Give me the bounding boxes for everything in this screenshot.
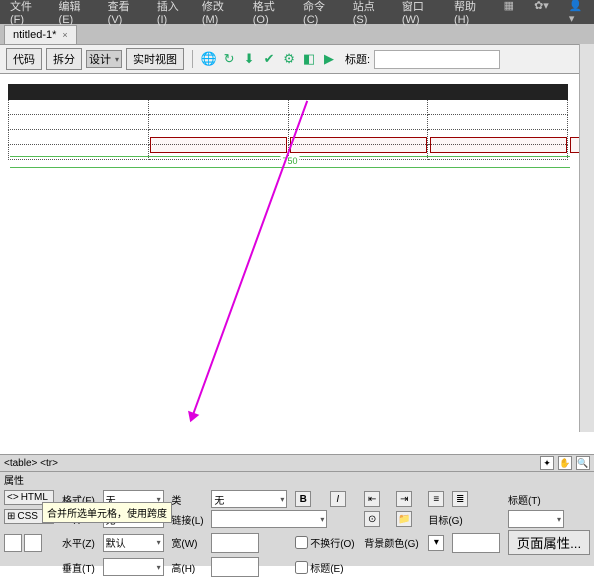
globe-icon[interactable]: 🌐 <box>201 51 217 67</box>
nav-icon[interactable]: ⬇ <box>241 51 257 67</box>
ul-button[interactable]: ≡ <box>428 491 444 507</box>
target-label: 目标(G) <box>428 512 502 527</box>
table-row[interactable] <box>9 115 568 130</box>
menu-site[interactable]: 站点(S) <box>347 0 394 28</box>
title-label: 标题: <box>345 51 370 67</box>
close-icon[interactable]: × <box>62 30 67 40</box>
width-input[interactable] <box>211 533 259 553</box>
table-row[interactable] <box>9 100 568 115</box>
merge-cells-tooltip: 合并所选单元格，使用跨度 <box>42 502 172 523</box>
gear-icon[interactable]: ✿▾ <box>528 0 555 27</box>
nowrap-checkbox[interactable]: 不换行(O) <box>295 535 358 550</box>
layout-icon[interactable]: ▦ <box>498 0 520 27</box>
menu-format[interactable]: 格式(O) <box>247 0 295 28</box>
visual-aids-icon[interactable]: ◧ <box>301 51 317 67</box>
menu-insert[interactable]: 插入(I) <box>151 0 194 28</box>
selected-cell[interactable] <box>430 137 567 153</box>
options-icon[interactable]: ⚙ <box>281 51 297 67</box>
view-toolbar: 代码 拆分 设计 实时视图 🌐 ↻ ⬇ ✔ ⚙ ◧ ▶ 标题: <box>0 45 594 74</box>
properties-panel: <>HTML ⊞CSS 格式(F) 无 类 无 B I ⇤ ⇥ ≡ ≣ 标题(T… <box>0 486 594 566</box>
preview-icon[interactable]: ▶ <box>321 51 337 67</box>
vert-label: 垂直(T) <box>62 560 97 575</box>
menubar: 文件(F) 编辑(E) 查看(V) 插入(I) 修改(M) 格式(O) 命令(C… <box>0 0 594 24</box>
title-input[interactable] <box>374 50 500 69</box>
width-label: 宽(W) <box>171 535 205 550</box>
table-row[interactable] <box>9 85 568 100</box>
merge-cells-icon[interactable] <box>4 534 22 552</box>
bgcolor-label: 背景颜色(G) <box>364 535 422 550</box>
class-label: 类 <box>171 492 205 507</box>
menu-window[interactable]: 窗口(W) <box>396 0 446 28</box>
selected-cell[interactable] <box>290 137 427 153</box>
live-view-button[interactable]: 实时视图 <box>126 48 184 70</box>
menu-view[interactable]: 查看(V) <box>102 0 149 28</box>
browse-folder-icon[interactable]: 📁 <box>396 511 412 527</box>
header-checkbox[interactable]: 标题(E) <box>295 560 358 575</box>
menu-modify[interactable]: 修改(M) <box>196 0 245 28</box>
document-tab-label: ntitled-1* <box>13 29 56 41</box>
vertical-scrollbar[interactable] <box>579 44 594 432</box>
link-label: 链接(L) <box>171 512 205 527</box>
menu-command[interactable]: 命令(C) <box>297 0 345 28</box>
title-field-label: 标题(T) <box>508 492 574 507</box>
page-properties-button[interactable]: 页面属性... <box>508 530 590 555</box>
split-view-button[interactable]: 拆分 <box>46 48 82 70</box>
color-swatch[interactable]: ▾ <box>428 535 444 551</box>
link-select[interactable] <box>211 510 327 528</box>
tag-selector-bar: <table> <tr> ✦ ✋ 🔍 <box>0 454 594 471</box>
indent-button[interactable]: ⇥ <box>396 491 412 507</box>
separator <box>192 50 193 68</box>
properties-panel-header[interactable]: 属性 <box>0 471 594 486</box>
document-tab[interactable]: ntitled-1* × <box>4 25 77 44</box>
bold-button[interactable]: B <box>295 491 311 507</box>
point-to-file-icon[interactable]: ⊙ <box>364 511 380 527</box>
design-view-button[interactable]: 设计 <box>86 50 122 68</box>
pointer-tool-icon[interactable]: ✦ <box>540 456 554 470</box>
horz-label: 水平(Z) <box>62 535 97 550</box>
outdent-button[interactable]: ⇤ <box>364 491 380 507</box>
split-cells-icon[interactable] <box>24 534 42 552</box>
menu-help[interactable]: 帮助(H) <box>448 0 496 28</box>
height-input[interactable] <box>211 557 259 577</box>
horz-select[interactable]: 默认 <box>103 534 164 552</box>
tag-selector-path[interactable]: <table> <tr> <box>4 458 58 469</box>
table-width-ruler: 750 <box>10 156 570 168</box>
zoom-tool-icon[interactable]: 🔍 <box>576 456 590 470</box>
ruler-value: 750 <box>280 156 299 166</box>
css-icon: ⊞ <box>7 511 15 522</box>
design-canvas[interactable]: 750 <box>0 74 594 454</box>
bgcolor-input[interactable] <box>452 533 500 553</box>
refresh-icon[interactable]: ↻ <box>221 51 237 67</box>
vert-select[interactable] <box>103 558 164 576</box>
search-icon[interactable]: 👤▾ <box>563 0 590 27</box>
check-icon[interactable]: ✔ <box>261 51 277 67</box>
target-select[interactable] <box>508 510 564 528</box>
italic-button[interactable]: I <box>330 491 346 507</box>
selected-cell[interactable] <box>150 137 287 153</box>
hand-tool-icon[interactable]: ✋ <box>558 456 572 470</box>
code-view-button[interactable]: 代码 <box>6 48 42 70</box>
class-select[interactable]: 无 <box>211 490 287 508</box>
height-label: 高(H) <box>171 560 205 575</box>
code-icon: <> <box>7 492 19 503</box>
ol-button[interactable]: ≣ <box>452 491 468 507</box>
